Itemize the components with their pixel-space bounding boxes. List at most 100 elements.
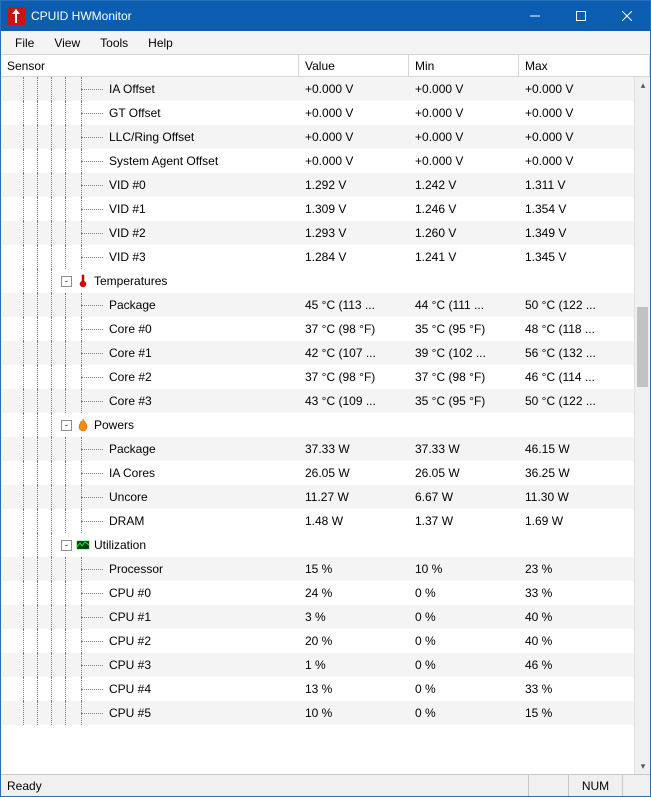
- cell-value: 37.33 W: [299, 442, 409, 456]
- tree-leaf-row[interactable]: VID #31.284 V1.241 V1.345 V: [1, 245, 634, 269]
- cell-value: 1.292 V: [299, 178, 409, 192]
- sensor-name: System Agent Offset: [109, 154, 218, 168]
- sensor-name: CPU #0: [109, 586, 151, 600]
- sensor-name: CPU #1: [109, 610, 151, 624]
- cell-min: 0 %: [409, 706, 519, 720]
- sensor-name: CPU #5: [109, 706, 151, 720]
- tree-leaf-row[interactable]: VID #11.309 V1.246 V1.354 V: [1, 197, 634, 221]
- cell-min: 1.37 W: [409, 514, 519, 528]
- fire-icon: [76, 418, 90, 432]
- tree-leaf-row[interactable]: CPU #413 %0 %33 %: [1, 677, 634, 701]
- cell-min: 0 %: [409, 658, 519, 672]
- cell-min: +0.000 V: [409, 130, 519, 144]
- sensor-name: CPU #3: [109, 658, 151, 672]
- scroll-up-button[interactable]: ▴: [635, 77, 650, 93]
- tree-leaf-row[interactable]: LLC/Ring Offset+0.000 V+0.000 V+0.000 V: [1, 125, 634, 149]
- cell-max: +0.000 V: [519, 106, 634, 120]
- cell-max: 1.354 V: [519, 202, 634, 216]
- window-title: CPUID HWMonitor: [31, 9, 512, 23]
- cell-max: 1.69 W: [519, 514, 634, 528]
- tree-expander[interactable]: -: [61, 420, 72, 431]
- cell-value: +0.000 V: [299, 130, 409, 144]
- tree-leaf-row[interactable]: Package45 °C (113 ...44 °C (111 ...50 °C…: [1, 293, 634, 317]
- tree-group-row[interactable]: - Temperatures: [1, 269, 634, 293]
- tree-leaf-row[interactable]: DRAM1.48 W1.37 W1.69 W: [1, 509, 634, 533]
- tree-leaf-row[interactable]: CPU #13 %0 %40 %: [1, 605, 634, 629]
- cell-min: 35 °C (95 °F): [409, 394, 519, 408]
- maximize-button[interactable]: [558, 1, 604, 31]
- cell-max: 50 °C (122 ...: [519, 298, 634, 312]
- menu-file[interactable]: File: [5, 33, 44, 53]
- tree-leaf-row[interactable]: CPU #220 %0 %40 %: [1, 629, 634, 653]
- cell-min: +0.000 V: [409, 106, 519, 120]
- tree-leaf-row[interactable]: Processor15 %10 %23 %: [1, 557, 634, 581]
- cell-value: +0.000 V: [299, 106, 409, 120]
- tree-leaf-row[interactable]: IA Offset+0.000 V+0.000 V+0.000 V: [1, 77, 634, 101]
- cell-value: 26.05 W: [299, 466, 409, 480]
- header-max[interactable]: Max: [519, 55, 650, 76]
- cell-value: 1.284 V: [299, 250, 409, 264]
- app-icon: [7, 7, 25, 25]
- menu-help[interactable]: Help: [138, 33, 183, 53]
- tree-leaf-row[interactable]: Core #343 °C (109 ...35 °C (95 °F)50 °C …: [1, 389, 634, 413]
- tree-leaf-row[interactable]: GT Offset+0.000 V+0.000 V+0.000 V: [1, 101, 634, 125]
- cell-value: 20 %: [299, 634, 409, 648]
- tree-leaf-row[interactable]: VID #21.293 V1.260 V1.349 V: [1, 221, 634, 245]
- cell-value: 11.27 W: [299, 490, 409, 504]
- cell-max: +0.000 V: [519, 130, 634, 144]
- tree-leaf-row[interactable]: VID #01.292 V1.242 V1.311 V: [1, 173, 634, 197]
- scroll-down-button[interactable]: ▾: [635, 758, 650, 774]
- tree-leaf-row[interactable]: CPU #510 %0 %15 %: [1, 701, 634, 725]
- status-numlock: NUM: [568, 775, 622, 796]
- tree-leaf-row[interactable]: Core #142 °C (107 ...39 °C (102 ...56 °C…: [1, 341, 634, 365]
- titlebar[interactable]: CPUID HWMonitor: [1, 1, 650, 31]
- tree-leaf-row[interactable]: IA Cores26.05 W26.05 W36.25 W: [1, 461, 634, 485]
- tree-leaf-row[interactable]: Core #237 °C (98 °F)37 °C (98 °F)46 °C (…: [1, 365, 634, 389]
- sensor-name: Core #2: [109, 370, 152, 384]
- cell-min: 37.33 W: [409, 442, 519, 456]
- minimize-button[interactable]: [512, 1, 558, 31]
- sensor-tree: IA Offset+0.000 V+0.000 V+0.000 VGT Offs…: [1, 77, 650, 774]
- cell-min: 37 °C (98 °F): [409, 370, 519, 384]
- group-label: Temperatures: [94, 274, 167, 288]
- tree-leaf-row[interactable]: CPU #31 %0 %46 %: [1, 653, 634, 677]
- tree-leaf-row[interactable]: Uncore11.27 W6.67 W11.30 W: [1, 485, 634, 509]
- header-sensor[interactable]: Sensor: [1, 55, 299, 76]
- close-button[interactable]: [604, 1, 650, 31]
- tree-group-row[interactable]: -Powers: [1, 413, 634, 437]
- cell-max: 11.30 W: [519, 490, 634, 504]
- cell-min: 0 %: [409, 634, 519, 648]
- cell-value: 37 °C (98 °F): [299, 370, 409, 384]
- vertical-scrollbar[interactable]: ▴ ▾: [634, 77, 650, 774]
- cell-max: +0.000 V: [519, 154, 634, 168]
- cell-value: 42 °C (107 ...: [299, 346, 409, 360]
- tree-expander[interactable]: -: [61, 540, 72, 551]
- header-min[interactable]: Min: [409, 55, 519, 76]
- tree-expander[interactable]: -: [61, 276, 72, 287]
- tree-leaf-row[interactable]: Core #037 °C (98 °F)35 °C (95 °F)48 °C (…: [1, 317, 634, 341]
- tree-leaf-row[interactable]: CPU #024 %0 %33 %: [1, 581, 634, 605]
- tree-leaf-row[interactable]: Package37.33 W37.33 W46.15 W: [1, 437, 634, 461]
- cell-max: 46 °C (114 ...: [519, 370, 634, 384]
- cell-min: 0 %: [409, 682, 519, 696]
- menu-view[interactable]: View: [44, 33, 90, 53]
- cell-min: 26.05 W: [409, 466, 519, 480]
- scroll-thumb[interactable]: [637, 307, 648, 387]
- cell-min: 0 %: [409, 610, 519, 624]
- menu-tools[interactable]: Tools: [90, 33, 138, 53]
- cell-min: 6.67 W: [409, 490, 519, 504]
- header-value[interactable]: Value: [299, 55, 409, 76]
- cell-min: +0.000 V: [409, 82, 519, 96]
- sensor-name: IA Offset: [109, 82, 155, 96]
- tree-leaf-row[interactable]: System Agent Offset+0.000 V+0.000 V+0.00…: [1, 149, 634, 173]
- cell-min: 10 %: [409, 562, 519, 576]
- sensor-name: IA Cores: [109, 466, 155, 480]
- cell-value: 45 °C (113 ...: [299, 298, 409, 312]
- cell-min: +0.000 V: [409, 154, 519, 168]
- sensor-name: Package: [109, 442, 156, 456]
- sensor-name: VID #1: [109, 202, 146, 216]
- cell-max: 46 %: [519, 658, 634, 672]
- cell-max: 50 °C (122 ...: [519, 394, 634, 408]
- tree-group-row[interactable]: -Utilization: [1, 533, 634, 557]
- cell-value: +0.000 V: [299, 82, 409, 96]
